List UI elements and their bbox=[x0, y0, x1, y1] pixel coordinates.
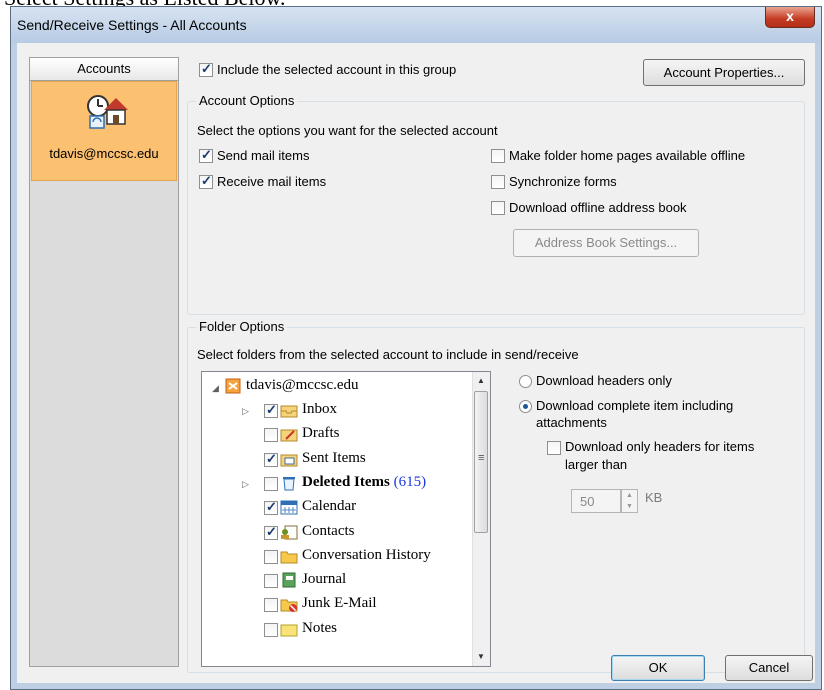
title-bar: Send/Receive Settings - All Accounts x bbox=[11, 7, 821, 43]
tree-folder-row[interactable]: Junk E-Mail bbox=[202, 594, 472, 616]
journal-icon bbox=[282, 572, 296, 588]
spin-down-icon[interactable]: ▼ bbox=[622, 501, 637, 512]
download-headers-only-radio[interactable] bbox=[519, 375, 532, 388]
folder-checkbox[interactable] bbox=[264, 598, 278, 613]
folder-checkbox[interactable] bbox=[264, 549, 278, 564]
address-book-settings-button[interactable]: Address Book Settings... bbox=[513, 229, 699, 257]
size-limit-spinner[interactable]: ▲ ▼ bbox=[621, 489, 638, 513]
tree-folder-row[interactable]: Conversation History bbox=[202, 546, 472, 568]
tree-folder-row[interactable]: ▷ Deleted Items (615) bbox=[202, 473, 472, 495]
send-mail-checkbox[interactable] bbox=[199, 147, 213, 163]
send-mail-label: Send mail items bbox=[217, 148, 310, 163]
folder-checkbox[interactable] bbox=[264, 402, 278, 418]
folder-checkbox[interactable] bbox=[264, 524, 278, 540]
accounts-header: Accounts bbox=[30, 58, 178, 81]
include-account-label: Include the selected account in this gro… bbox=[217, 62, 457, 77]
collapse-arrow-icon[interactable]: ◢ bbox=[212, 383, 219, 394]
headers-larger-than-label-line2: larger than bbox=[565, 457, 628, 472]
account-options-instruction: Select the options you want for the sele… bbox=[197, 123, 498, 138]
junk-email-icon bbox=[280, 599, 298, 613]
account-icon bbox=[87, 95, 128, 129]
size-unit-label: KB bbox=[645, 490, 663, 505]
ok-button[interactable]: OK bbox=[611, 655, 705, 681]
folder-tree[interactable]: ◢ tdavis@mccsc.edu ▷ Inbox Drafts Sent Item… bbox=[201, 371, 491, 667]
folder-label: Sent Items bbox=[302, 449, 366, 466]
folder-options-instruction: Select folders from the selected account… bbox=[197, 347, 579, 362]
folder-label: Inbox bbox=[302, 401, 337, 417]
folder-label: Drafts bbox=[302, 425, 340, 442]
headers-larger-than-checkbox[interactable] bbox=[547, 441, 561, 455]
inbox-icon bbox=[280, 405, 298, 418]
download-complete-item-label-line1: Download complete item including bbox=[536, 398, 734, 413]
close-button[interactable]: x bbox=[765, 7, 815, 28]
tree-root-node[interactable]: ◢ tdavis@mccsc.edu bbox=[202, 376, 472, 398]
tree-folder-row[interactable]: Calendar bbox=[202, 497, 472, 519]
folder-label: Junk E-Mail bbox=[302, 595, 377, 612]
window-title: Send/Receive Settings - All Accounts bbox=[17, 17, 247, 33]
tree-folder-row[interactable]: Contacts bbox=[202, 522, 472, 544]
send-receive-settings-dialog: Send/Receive Settings - All Accounts x A… bbox=[10, 6, 822, 690]
scrollbar-thumb[interactable] bbox=[474, 391, 488, 533]
account-item[interactable]: tdavis@mccsc.edu bbox=[31, 81, 177, 181]
contacts-icon bbox=[281, 525, 298, 539]
expand-arrow-icon[interactable]: ▷ bbox=[242, 406, 249, 417]
folder-label: Journal bbox=[302, 571, 347, 588]
receive-mail-label: Receive mail items bbox=[217, 174, 327, 189]
folder-checkbox[interactable] bbox=[264, 574, 278, 589]
data-file-icon bbox=[225, 378, 241, 394]
folder-checkbox[interactable] bbox=[264, 428, 278, 443]
download-headers-only-label: Download headers only bbox=[536, 373, 672, 388]
folder-label: Calendar bbox=[302, 498, 357, 515]
tree-folder-row[interactable]: Sent Items bbox=[202, 449, 472, 471]
offline-address-book-label: Download offline address book bbox=[509, 200, 687, 215]
folder-home-pages-label: Make folder home pages available offline bbox=[509, 148, 746, 163]
scroll-up-arrow-icon[interactable]: ▲ bbox=[477, 376, 485, 385]
sync-forms-checkbox[interactable] bbox=[491, 175, 505, 189]
size-limit-input[interactable]: 50 bbox=[571, 489, 621, 513]
account-options-title: Account Options bbox=[196, 93, 298, 108]
size-limit-value: 50 bbox=[580, 494, 595, 509]
tree-folder-row[interactable]: ▷ Inbox bbox=[202, 400, 472, 422]
offline-address-book-checkbox[interactable] bbox=[491, 201, 505, 215]
tree-folder-row[interactable]: Drafts bbox=[202, 424, 472, 446]
folder-checkbox[interactable] bbox=[264, 451, 278, 467]
accounts-pane: Accounts tdavis@mccsc.edu bbox=[29, 57, 179, 667]
folder-label: Notes bbox=[302, 619, 337, 636]
unread-count: (615) bbox=[393, 473, 427, 490]
scroll-down-arrow-icon[interactable]: ▼ bbox=[477, 652, 485, 661]
receive-mail-checkbox[interactable] bbox=[199, 173, 213, 189]
cancel-button[interactable]: Cancel bbox=[725, 655, 813, 681]
headers-larger-than-label-line1: Download only headers for items bbox=[565, 439, 755, 454]
spin-up-icon[interactable]: ▲ bbox=[622, 490, 637, 501]
download-complete-item-radio[interactable] bbox=[519, 400, 532, 413]
folder-options-title: Folder Options bbox=[196, 319, 288, 334]
tree-vertical-scrollbar[interactable]: ▲ ▼ bbox=[472, 372, 490, 666]
sent-items-icon bbox=[280, 454, 298, 467]
tree-root-label: tdavis@mccsc.edu bbox=[246, 377, 359, 393]
folder-label: Deleted Items (615) bbox=[302, 473, 427, 490]
account-label: tdavis@mccsc.edu bbox=[49, 146, 159, 161]
folder-label: Conversation History bbox=[302, 546, 431, 563]
drafts-icon bbox=[280, 429, 298, 442]
account-properties-button[interactable]: Account Properties... bbox=[643, 59, 805, 86]
folder-checkbox[interactable] bbox=[264, 622, 278, 637]
tree-folder-row[interactable]: Journal bbox=[202, 570, 472, 592]
include-account-checkbox[interactable] bbox=[199, 61, 213, 77]
folder-icon bbox=[280, 551, 298, 564]
calendar-icon bbox=[280, 500, 298, 515]
expand-arrow-icon[interactable]: ▷ bbox=[242, 479, 249, 490]
folder-checkbox[interactable] bbox=[264, 499, 278, 516]
deleted-items-icon bbox=[283, 476, 295, 491]
folder-home-pages-checkbox[interactable] bbox=[491, 149, 505, 163]
download-complete-item-label-line2: attachments bbox=[536, 415, 607, 430]
folder-label: Contacts bbox=[302, 522, 355, 539]
notes-icon bbox=[280, 624, 298, 637]
folder-checkbox[interactable] bbox=[264, 476, 278, 491]
sync-forms-label: Synchronize forms bbox=[509, 174, 617, 189]
dialog-client-area: Accounts tdavis@mccsc.edu Include the se… bbox=[17, 43, 815, 683]
tree-folder-row[interactable]: Notes bbox=[202, 619, 472, 641]
